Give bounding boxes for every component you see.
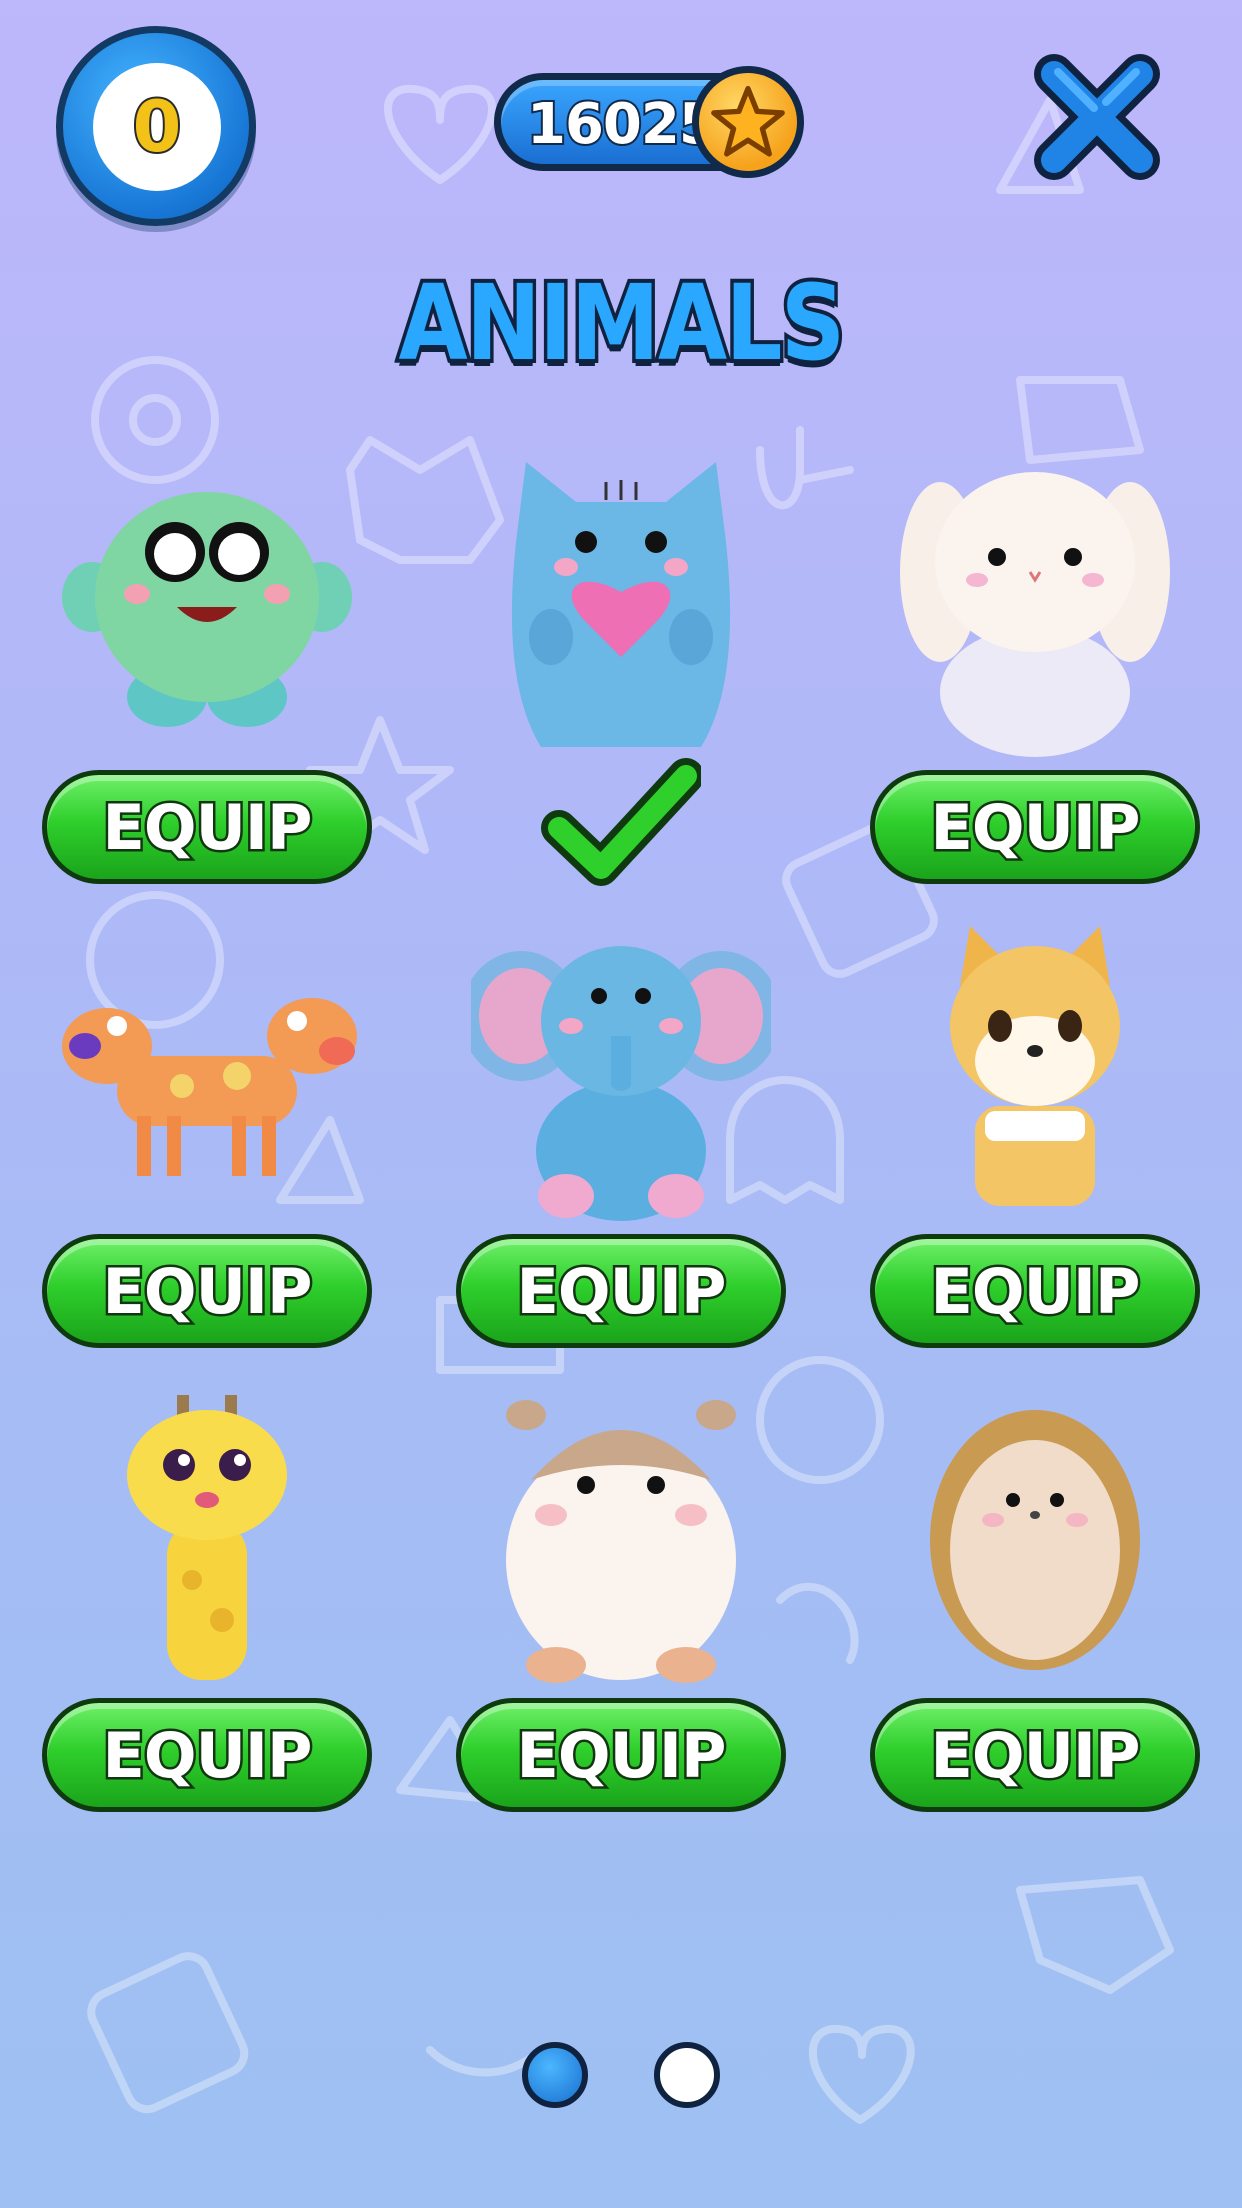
equip-button[interactable]: EQUIP	[456, 1698, 786, 1812]
coin-amount: 16025	[525, 90, 720, 159]
item-card-green-blob: EQUIP	[42, 462, 372, 922]
equip-button[interactable]: EQUIP	[456, 1234, 786, 1348]
item-card-hamster: EQUIP	[456, 1390, 786, 1850]
equip-button[interactable]: EQUIP	[870, 1698, 1200, 1812]
item-card-hedgehog: EQUIP	[870, 1390, 1200, 1850]
white-bunny-figure	[900, 472, 1170, 757]
level-value: 0	[93, 63, 221, 191]
item-card-shiba-dog: EQUIP	[870, 926, 1200, 1386]
star-coin-icon	[692, 66, 804, 178]
orange-two-headed-dog-figure	[62, 998, 357, 1176]
hamster-figure	[506, 1400, 736, 1683]
shiba-dog-figure	[950, 926, 1120, 1206]
page-dot-1[interactable]	[522, 2042, 588, 2108]
equip-button[interactable]: EQUIP	[42, 770, 372, 884]
equip-button[interactable]: EQUIP	[42, 1234, 372, 1348]
equip-button[interactable]: EQUIP	[870, 1234, 1200, 1348]
item-card-blue-cat	[456, 462, 786, 922]
close-x-icon	[1034, 54, 1160, 180]
hedgehog-figure	[930, 1410, 1140, 1670]
item-card-orange-two-headed-dog: EQUIP	[42, 926, 372, 1386]
equip-button[interactable]: EQUIP	[870, 770, 1200, 884]
item-card-blue-elephant: EQUIP	[456, 926, 786, 1386]
page-title: ANIMALS	[395, 258, 849, 388]
blue-cat-figure	[511, 462, 731, 747]
equip-button[interactable]: EQUIP	[42, 1698, 372, 1812]
blue-elephant-figure	[471, 946, 771, 1221]
yellow-giraffe-figure	[127, 1395, 287, 1680]
green-blob-figure	[62, 492, 352, 727]
level-badge: 0	[56, 26, 256, 226]
equipped-checkmark-icon	[541, 758, 701, 886]
item-card-white-bunny: EQUIP	[870, 462, 1200, 922]
pagination	[0, 2042, 1242, 2112]
item-card-yellow-giraffe: EQUIP	[42, 1390, 372, 1850]
page-dot-2[interactable]	[654, 2042, 720, 2108]
close-button[interactable]	[1032, 52, 1162, 182]
